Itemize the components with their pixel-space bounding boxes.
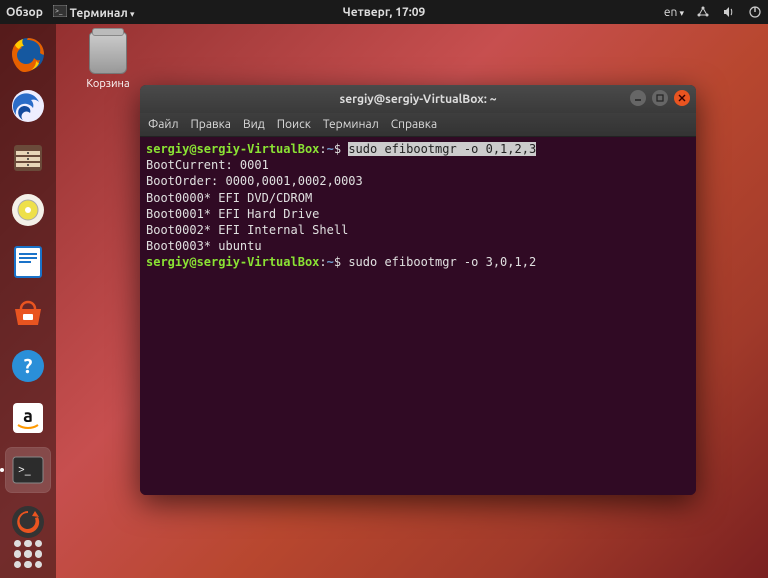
volume-icon[interactable] (722, 5, 736, 19)
menu-edit[interactable]: Правка (191, 118, 231, 131)
power-icon[interactable] (748, 5, 762, 19)
dock-firefox[interactable] (6, 32, 50, 76)
window-controls (630, 90, 690, 106)
trash-icon (89, 32, 127, 74)
window-title: sergiy@sergiy-VirtualBox: ~ (340, 93, 497, 106)
output-line: BootOrder: 0000,0001,0002,0003 (146, 173, 690, 189)
active-app-label: Терминал (70, 7, 135, 20)
clock[interactable]: Четверг, 17:09 (343, 6, 426, 19)
desktop-trash[interactable]: Корзина (78, 32, 138, 90)
output-line: Boot0003* ubuntu (146, 238, 690, 254)
prompt-line-1: sergiy@sergiy-VirtualBox:~$ sudo efiboot… (146, 141, 690, 157)
menu-file[interactable]: Файл (148, 118, 179, 131)
command-2: sudo efibootmgr -o 3,0,1,2 (348, 255, 536, 269)
dock-help[interactable]: ? (6, 344, 50, 388)
svg-text:>_: >_ (18, 463, 31, 476)
prompt-path: ~ (327, 255, 334, 269)
show-applications-button[interactable] (14, 540, 42, 568)
window-titlebar[interactable]: sergiy@sergiy-VirtualBox: ~ (140, 85, 696, 113)
output-line: Boot0000* EFI DVD/CDROM (146, 190, 690, 206)
dock-amazon[interactable]: a (6, 396, 50, 440)
terminal-body[interactable]: sergiy@sergiy-VirtualBox:~$ sudo efiboot… (140, 137, 696, 495)
prompt-line-2: sergiy@sergiy-VirtualBox:~$ sudo efiboot… (146, 254, 690, 270)
svg-text:?: ? (24, 354, 33, 377)
ubuntu-dock: ? a >_ (0, 24, 56, 578)
dock-terminal[interactable]: >_ (6, 448, 50, 492)
dock-thunderbird[interactable] (6, 84, 50, 128)
maximize-button[interactable] (652, 90, 668, 106)
dock-libreoffice-writer[interactable] (6, 240, 50, 284)
prompt-userhost: sergiy@sergiy-VirtualBox (146, 142, 319, 156)
dock-ubuntu-software[interactable] (6, 292, 50, 336)
dock-software-updater[interactable] (6, 500, 50, 544)
menu-search[interactable]: Поиск (277, 118, 311, 131)
trash-label: Корзина (78, 78, 138, 90)
active-app-menu[interactable]: >_ Терминал (53, 4, 135, 20)
command-1: sudo efibootmgr -o 0,1,2,3 (348, 142, 536, 156)
terminal-icon: >_ (53, 4, 67, 18)
network-icon[interactable] (696, 5, 710, 19)
output-line: Boot0002* EFI Internal Shell (146, 222, 690, 238)
prompt-userhost: sergiy@sergiy-VirtualBox (146, 255, 319, 269)
output-line: BootCurrent: 0001 (146, 157, 690, 173)
svg-text:a: a (23, 406, 33, 426)
prompt-path: ~ (327, 142, 334, 156)
svg-text:>_: >_ (55, 7, 63, 15)
dock-files[interactable] (6, 136, 50, 180)
gnome-top-panel: Обзор >_ Терминал Четверг, 17:09 en (0, 0, 768, 24)
menu-view[interactable]: Вид (243, 118, 265, 131)
output-line: Boot0001* EFI Hard Drive (146, 206, 690, 222)
terminal-menubar: Файл Правка Вид Поиск Терминал Справка (140, 113, 696, 137)
minimize-button[interactable] (630, 90, 646, 106)
menu-help[interactable]: Справка (391, 118, 437, 131)
terminal-window: sergiy@sergiy-VirtualBox: ~ Файл Правка … (140, 85, 696, 495)
activities-button[interactable]: Обзор (6, 6, 43, 19)
input-language-indicator[interactable]: en (664, 6, 684, 19)
menu-terminal[interactable]: Терминал (323, 118, 379, 131)
close-button[interactable] (674, 90, 690, 106)
dock-rhythmbox[interactable] (6, 188, 50, 232)
